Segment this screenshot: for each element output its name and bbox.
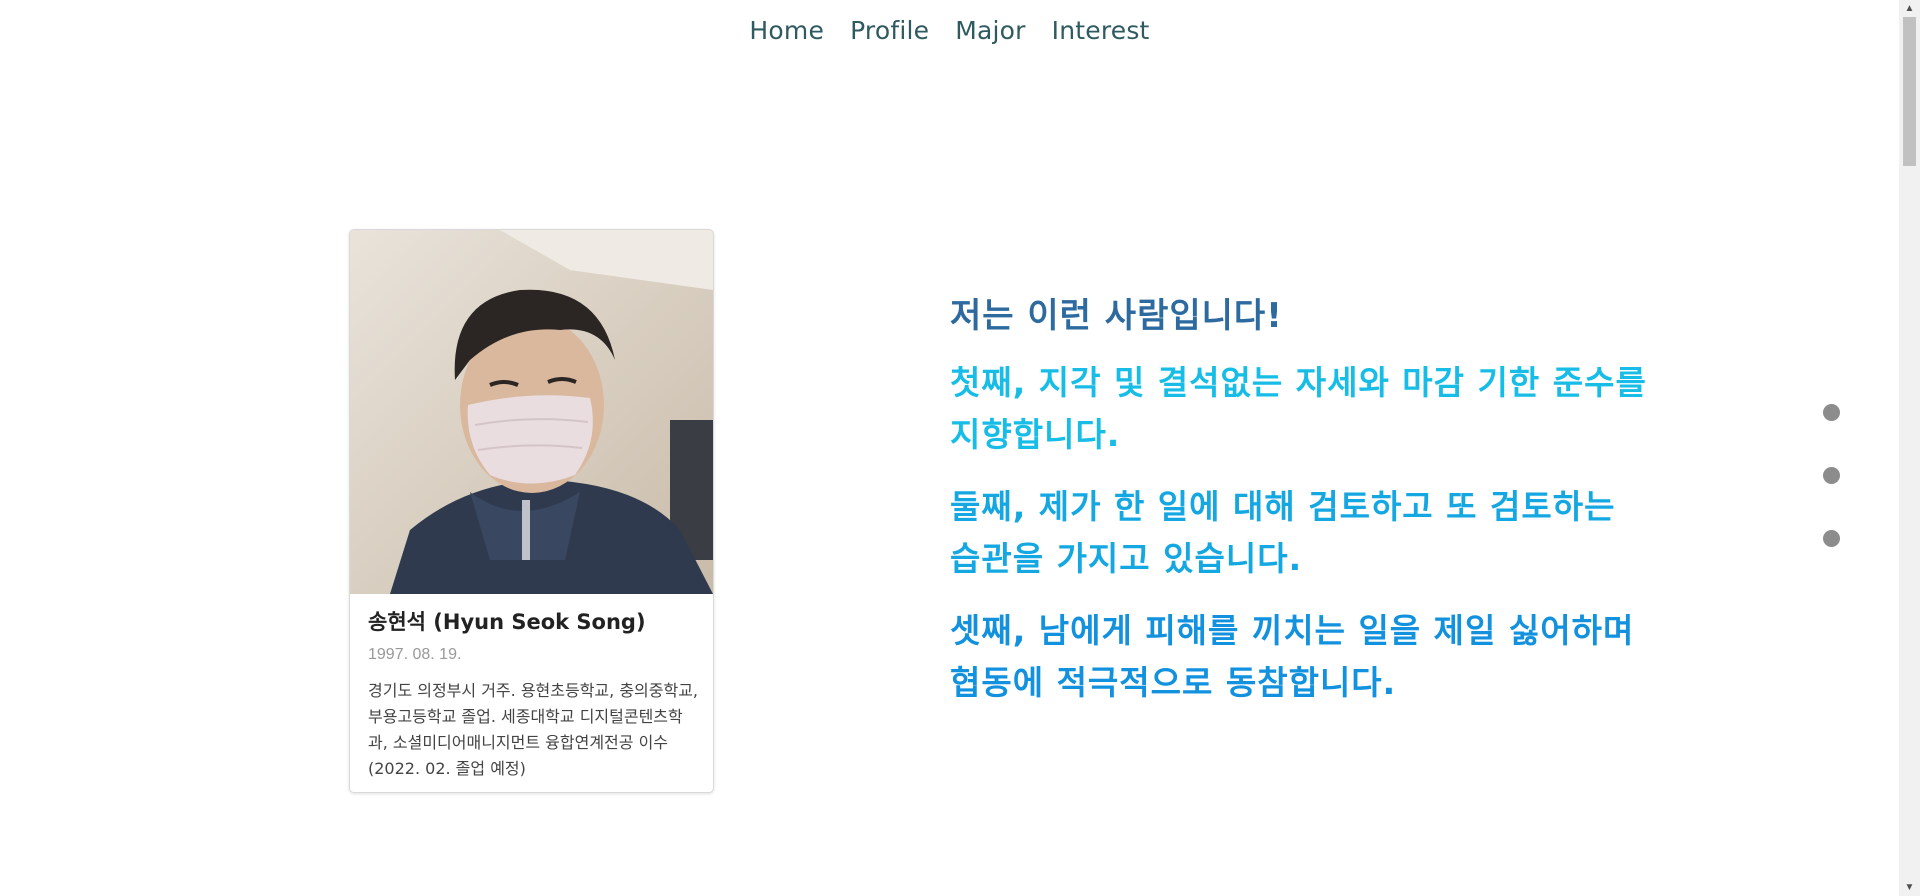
intro-section: 저는 이런 사람입니다! 첫째, 지각 및 결석없는 자세와 마감 기한 준수를…: [950, 288, 1650, 729]
profile-birth-date: 1997. 08. 19.: [368, 646, 462, 663]
section-dot-1[interactable]: [1823, 404, 1840, 421]
nav-major[interactable]: Major: [955, 16, 1025, 45]
section-dots: [1823, 404, 1840, 593]
profile-photo-illustration: [350, 230, 713, 594]
intro-point-2: 둘째, 제가 한 일에 대해 검토하고 또 검토하는 습관을 가지고 있습니다.: [950, 487, 1616, 578]
section-dot-2[interactable]: [1823, 467, 1840, 484]
nav-home[interactable]: Home: [749, 16, 824, 45]
intro-point-1: 첫째, 지각 및 결석없는 자세와 마감 기한 준수를 지향합니다.: [950, 363, 1647, 454]
scroll-thumb[interactable]: [1903, 17, 1916, 166]
intro-heading: 저는 이런 사람입니다!: [950, 296, 1283, 336]
section-dot-3[interactable]: [1823, 530, 1840, 547]
scroll-up-arrow-icon[interactable]: ▲: [1899, 0, 1920, 17]
profile-card: 송현석 (Hyun Seok Song) 1997. 08. 19. 경기도 의…: [349, 229, 714, 793]
profile-photo: [350, 230, 713, 594]
profile-description: 경기도 의정부시 거주. 용현초등학교, 충의중학교, 부용고등학교 졸업. 세…: [368, 681, 699, 778]
intro-point-3: 셋째, 남에게 피해를 끼치는 일을 제일 싫어하며 협동에 적극적으로 동참합…: [950, 611, 1635, 702]
scroll-down-arrow-icon[interactable]: ▼: [1899, 879, 1920, 896]
scrollbar[interactable]: ▲ ▼: [1899, 0, 1920, 896]
nav-interest[interactable]: Interest: [1052, 16, 1150, 45]
profile-name: 송현석 (Hyun Seok Song): [368, 610, 646, 634]
nav-profile[interactable]: Profile: [850, 16, 929, 45]
top-nav: Home Profile Major Interest: [0, 16, 1899, 45]
profile-card-body: 송현석 (Hyun Seok Song) 1997. 08. 19. 경기도 의…: [368, 606, 700, 782]
